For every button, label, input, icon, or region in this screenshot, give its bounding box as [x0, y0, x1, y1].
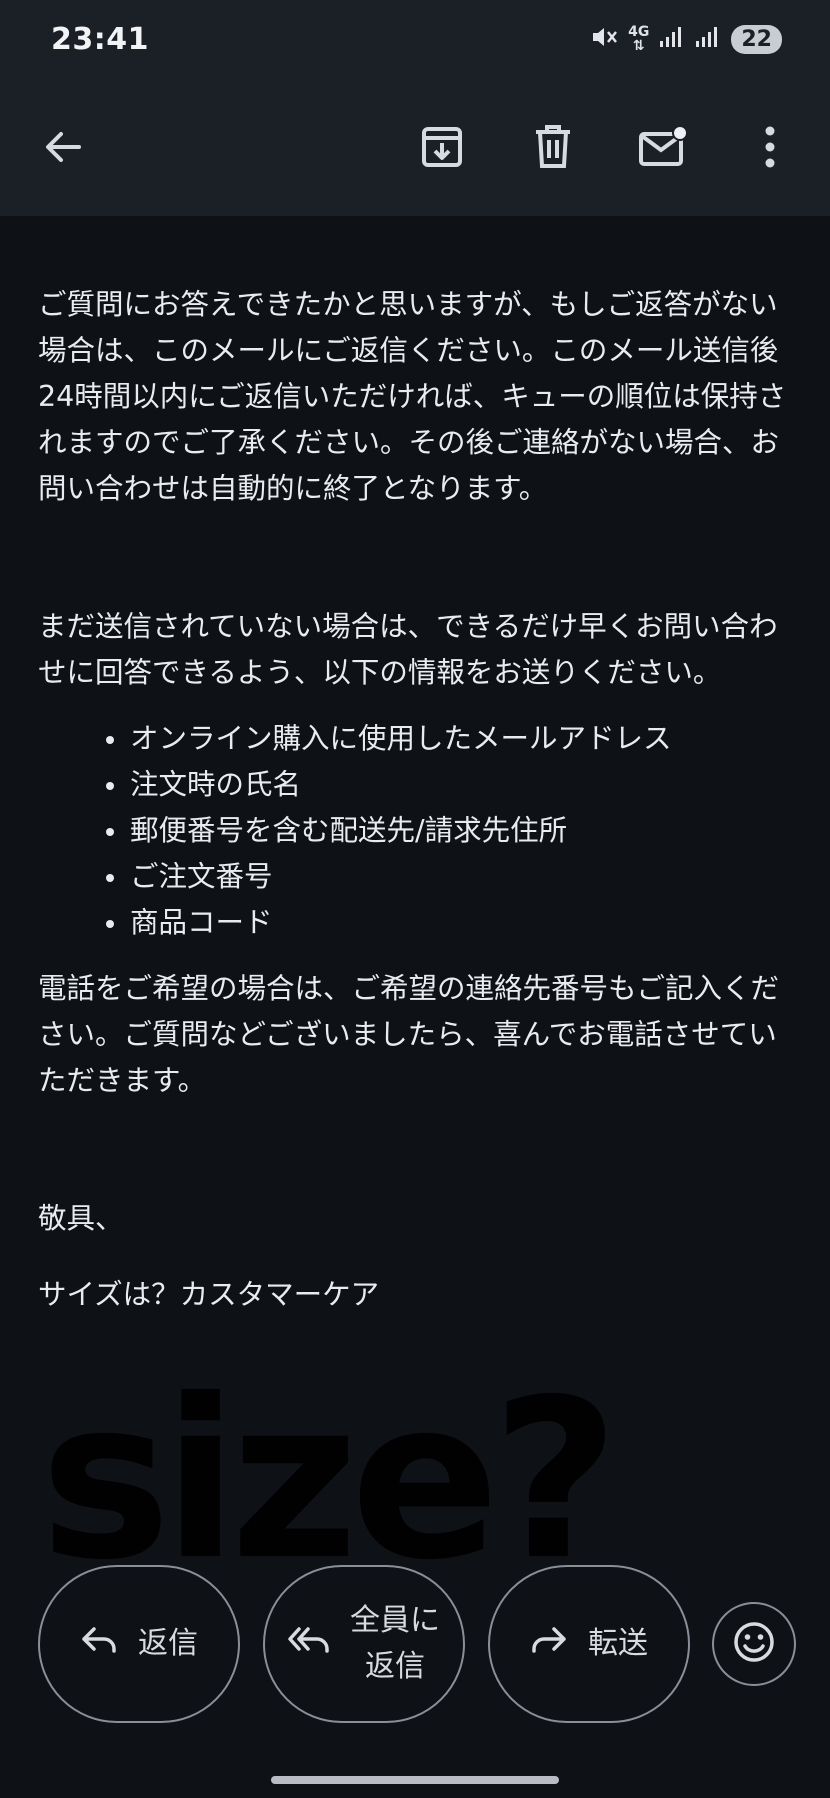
- list-item: オンライン購入に使用したメールアドレス: [38, 716, 798, 762]
- emoji-icon: [732, 1620, 776, 1668]
- more-options-button[interactable]: [735, 114, 805, 184]
- back-button[interactable]: [28, 114, 98, 184]
- closing-text: 敬具、: [38, 1202, 124, 1235]
- delete-button[interactable]: [518, 114, 588, 184]
- home-indicator[interactable]: [271, 1776, 559, 1784]
- reply-all-label: 全員に 返信: [350, 1603, 440, 1684]
- brand-logo: size?: [40, 1352, 619, 1608]
- reply-actions: 返信 全員に 返信 転送: [0, 1565, 830, 1725]
- body-paragraph-3: 電話をご希望の場合は、ご希望の連絡先番号もご記入ください。ご質問などございました…: [38, 972, 780, 1097]
- reply-all-button[interactable]: 全員に 返信: [263, 1565, 465, 1723]
- signal-icon-2: [695, 25, 721, 53]
- mute-icon: [590, 24, 618, 54]
- email-toolbar: [0, 84, 830, 216]
- network-indicator: 4G ⇅: [628, 24, 650, 54]
- reply-button[interactable]: 返信: [38, 1565, 240, 1723]
- list-item: 郵便番号を含む配送先/請求先住所: [38, 808, 798, 854]
- more-vert-icon: [764, 126, 776, 172]
- mail-unread-icon: [638, 124, 688, 174]
- email-body: ご質問にお答えできたかと思いますが、もしご返答がない場合は、このメールにご返信く…: [38, 282, 798, 1318]
- body-paragraph-2: まだ送信されていない場合は、できるだけ早くお問い合わせに回答できるよう、以下の情…: [38, 610, 778, 689]
- mark-unread-button[interactable]: [628, 114, 698, 184]
- forward-icon: [530, 1625, 568, 1663]
- signature-text: サイズは？カスタマーケア: [38, 1278, 380, 1311]
- status-time: 23:41: [51, 22, 149, 57]
- archive-icon: [419, 124, 465, 174]
- archive-button[interactable]: [407, 114, 477, 184]
- list-item: 注文時の氏名: [38, 762, 798, 808]
- status-icons: 4G ⇅ 22: [590, 24, 782, 54]
- trash-icon: [533, 124, 573, 174]
- body-paragraph-1: ご質問にお答えできたかと思いますが、もしご返答がない場合は、このメールにご返信く…: [38, 288, 787, 505]
- emoji-reaction-button[interactable]: [712, 1602, 796, 1686]
- list-item: ご注文番号: [38, 854, 798, 900]
- forward-label: 転送: [588, 1626, 648, 1661]
- info-list: オンライン購入に使用したメールアドレス 注文時の氏名 郵便番号を含む配送先/請求…: [38, 716, 798, 946]
- reply-all-icon: [288, 1625, 330, 1663]
- reply-label: 返信: [138, 1626, 198, 1661]
- status-bar: 23:41 4G ⇅ 22: [0, 0, 830, 84]
- reply-icon: [80, 1625, 118, 1663]
- arrow-back-icon: [41, 125, 85, 173]
- signal-icon: [659, 25, 685, 53]
- forward-button[interactable]: 転送: [488, 1565, 690, 1723]
- list-item: 商品コード: [38, 900, 798, 946]
- battery-indicator: 22: [731, 24, 782, 54]
